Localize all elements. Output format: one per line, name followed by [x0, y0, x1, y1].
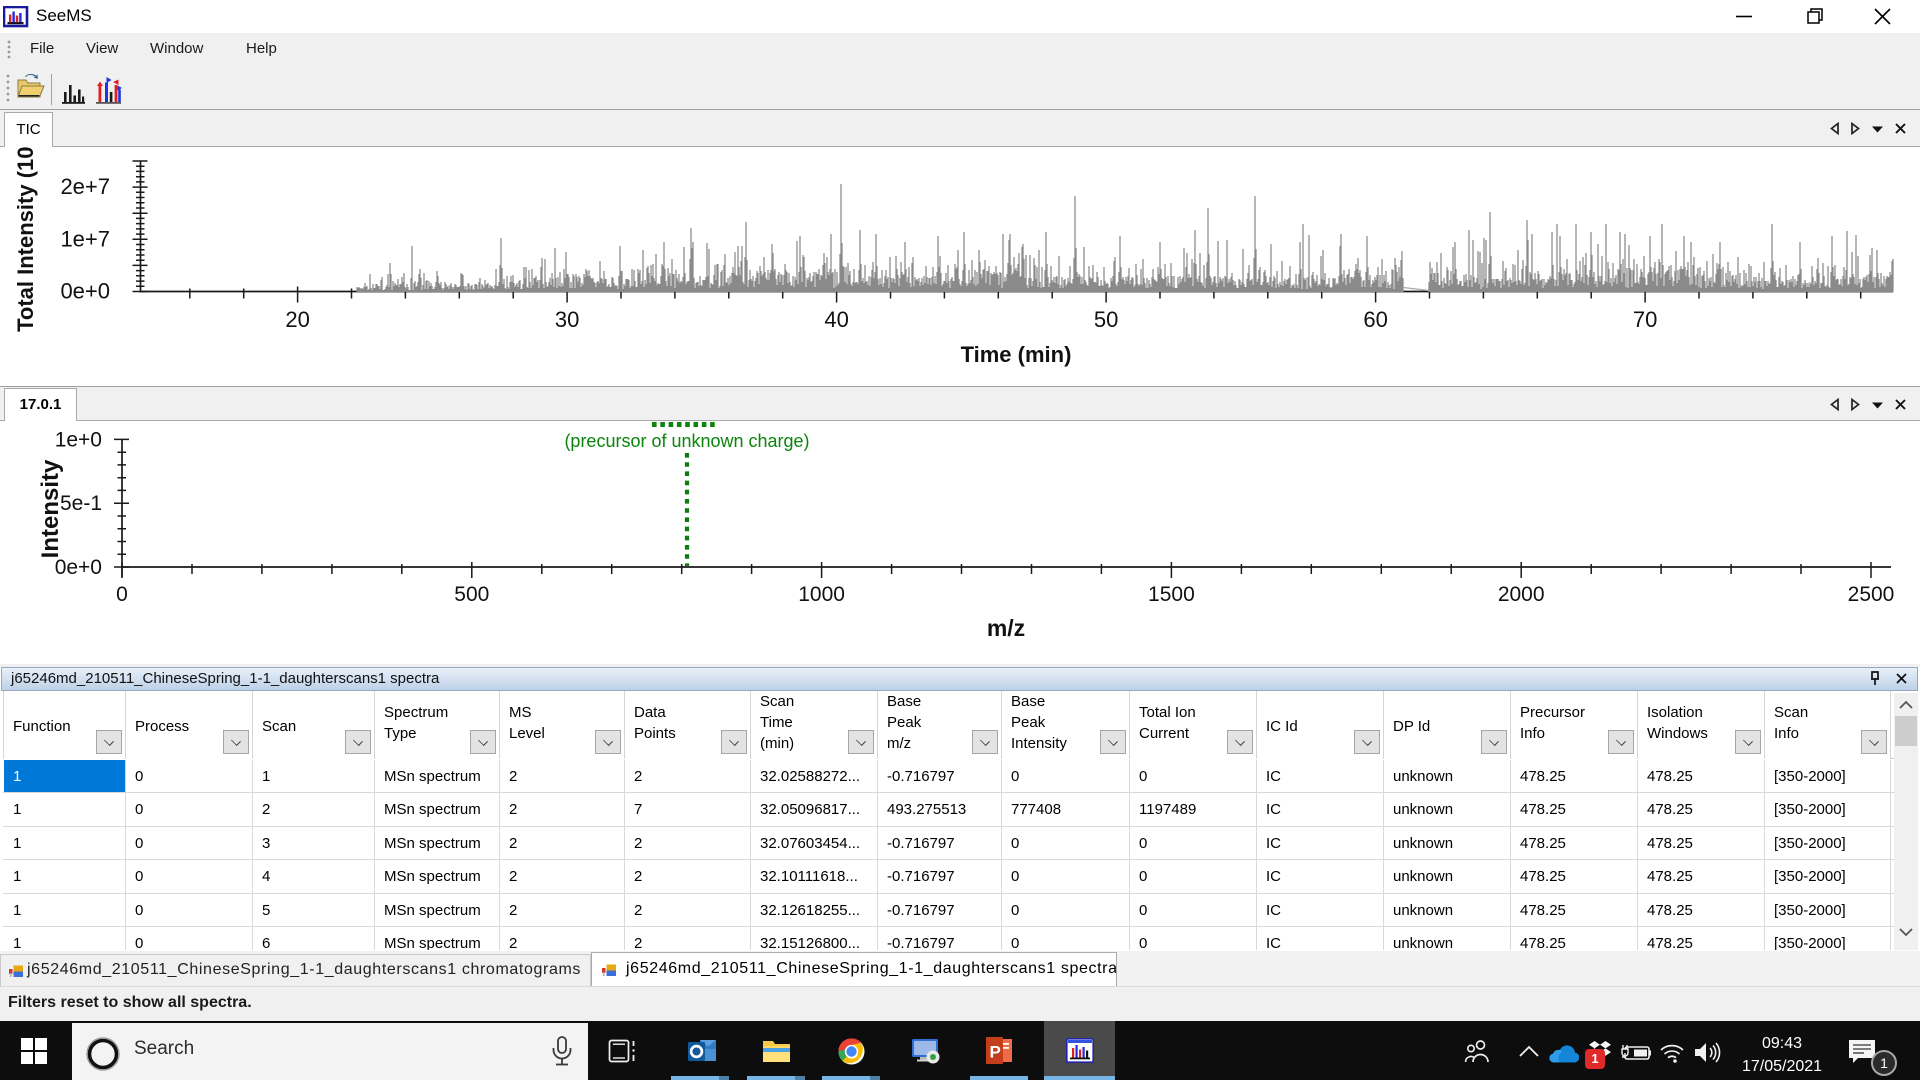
svg-text:0e+0: 0e+0 [55, 556, 102, 579]
svg-text:2000: 2000 [1498, 583, 1545, 606]
svg-text:1500: 1500 [1148, 583, 1195, 606]
svg-text:2e+7: 2e+7 [60, 174, 110, 199]
svg-text:1e+0: 1e+0 [55, 428, 102, 451]
svg-text:60: 60 [1363, 307, 1387, 332]
svg-text:0e+0: 0e+0 [60, 279, 110, 304]
svg-text:1000: 1000 [798, 583, 845, 606]
svg-text:0: 0 [116, 583, 128, 606]
svg-text:(precursor of unknown charge): (precursor of unknown charge) [564, 431, 809, 451]
svg-text:1e+7: 1e+7 [60, 226, 110, 251]
svg-text:70: 70 [1633, 307, 1657, 332]
svg-text:Time (min): Time (min) [961, 342, 1072, 367]
svg-text:P: P [990, 1043, 1001, 1062]
svg-text:20: 20 [285, 307, 309, 332]
svg-text:5e-1: 5e-1 [60, 492, 102, 515]
svg-text:50: 50 [1094, 307, 1118, 332]
svg-text:m/z: m/z [987, 615, 1025, 641]
svg-text:40: 40 [824, 307, 848, 332]
svg-text:Intensity: Intensity [37, 459, 64, 558]
svg-text:500: 500 [454, 583, 489, 606]
svg-text:2500: 2500 [1848, 583, 1895, 606]
svg-text:30: 30 [555, 307, 579, 332]
svg-text:Total Intensity (10⁷): Total Intensity (10⁷) [13, 147, 38, 332]
